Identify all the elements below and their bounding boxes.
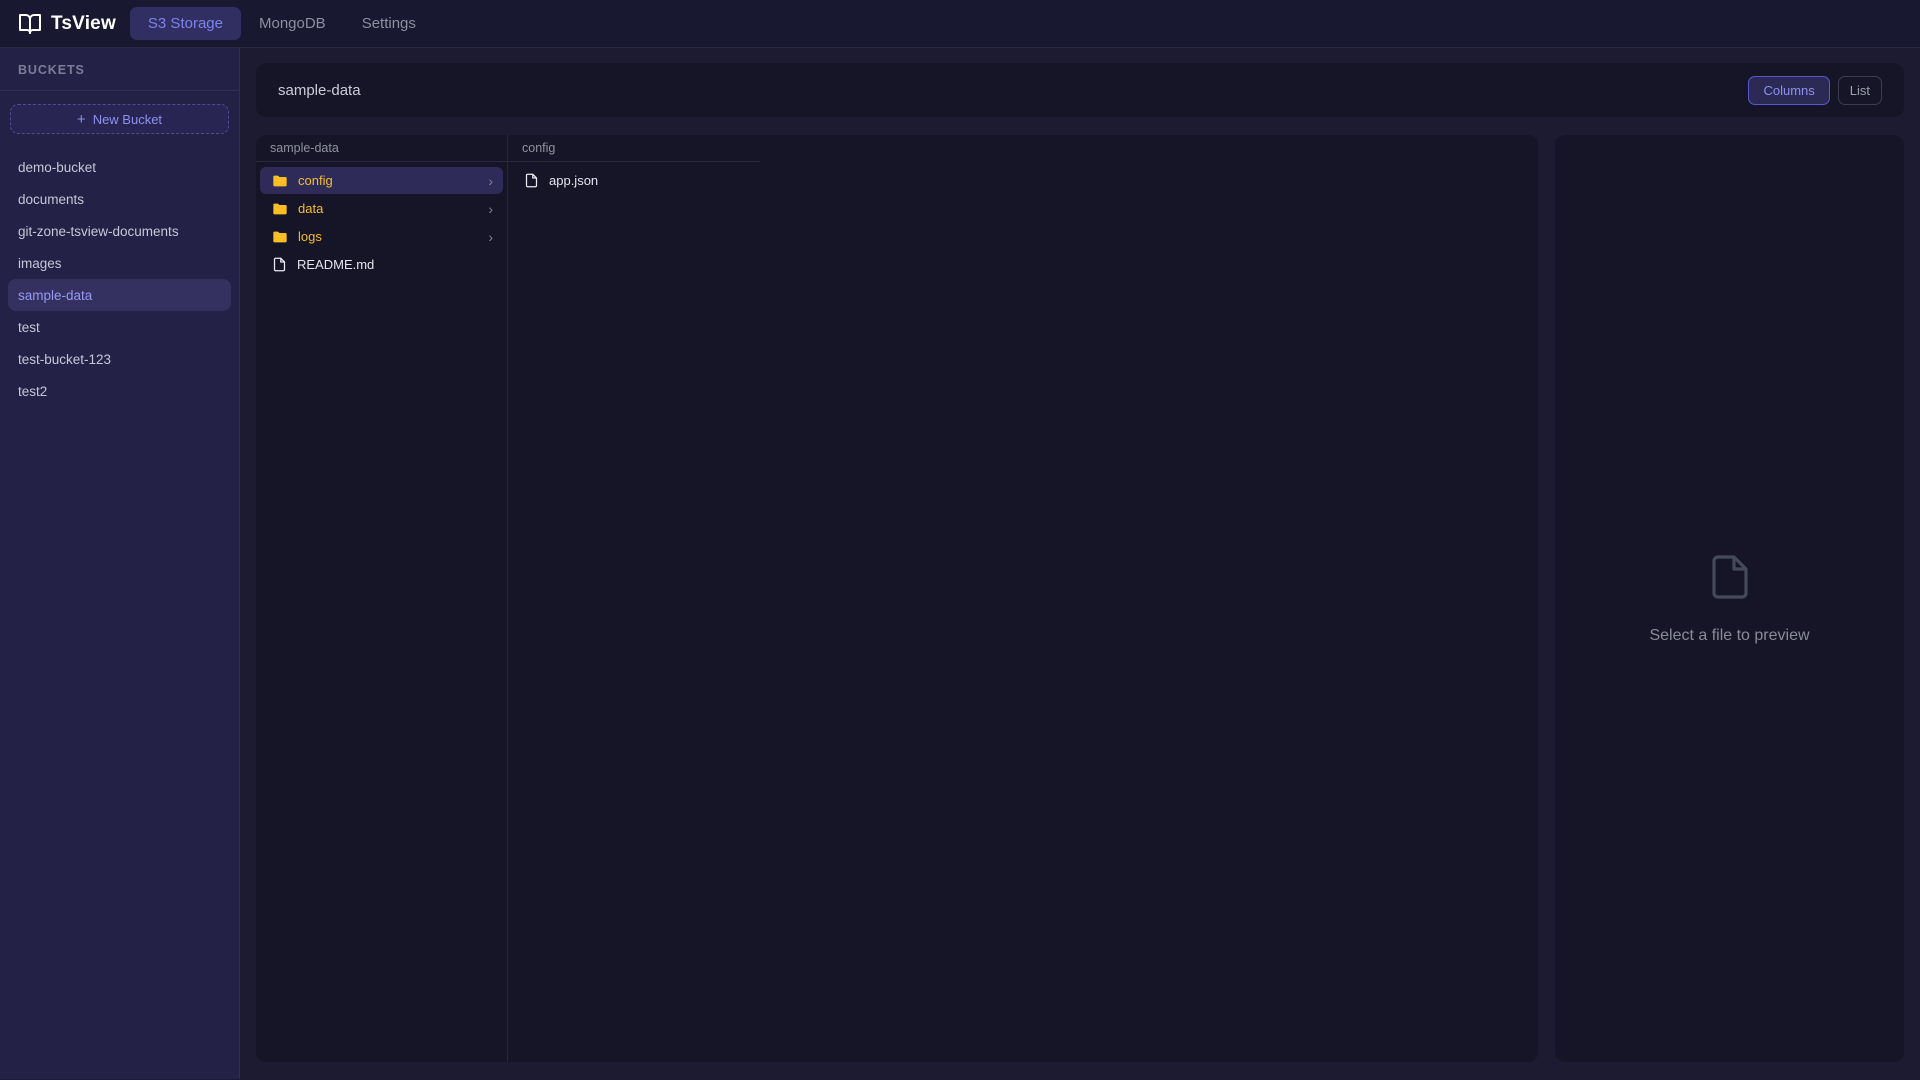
column-rows: app.json — [508, 162, 760, 199]
folder-row-logs[interactable]: logs › — [260, 223, 503, 250]
item-name: app.json — [549, 173, 599, 188]
buckets-sidebar: BUCKETS + New Bucket demo-bucket documen… — [0, 48, 240, 1079]
bucket-item-documents[interactable]: documents — [8, 183, 231, 215]
list-view-button[interactable]: List — [1837, 75, 1882, 105]
main-area: sample-data Columns List sample-data con… — [240, 48, 1920, 1079]
browser-column-sample-data: sample-data config › data › logs › READM… — [256, 135, 508, 1062]
file-row-readme[interactable]: README.md — [260, 251, 503, 278]
item-name: logs — [298, 229, 322, 244]
chevron-right-icon: › — [488, 172, 493, 189]
file-row-app-json[interactable]: app.json — [512, 167, 756, 194]
file-placeholder-icon — [1706, 553, 1754, 601]
folder-icon — [272, 173, 288, 189]
app-logo: TsView — [18, 12, 116, 36]
column-header: sample-data — [256, 135, 507, 162]
bucket-item-images[interactable]: images — [8, 247, 231, 279]
plus-icon: + — [76, 110, 86, 128]
item-name: config — [298, 173, 333, 188]
folder-icon — [272, 201, 288, 217]
bucket-item-git-zone-tsview-documents[interactable]: git-zone-tsview-documents — [8, 215, 231, 247]
book-open-icon — [18, 12, 42, 36]
file-browser: sample-data config › data › logs › READM… — [256, 135, 1538, 1062]
file-icon — [524, 173, 539, 188]
preview-placeholder-text: Select a file to preview — [1649, 626, 1810, 644]
content-row: sample-data config › data › logs › READM… — [256, 135, 1904, 1062]
item-name: data — [298, 201, 324, 216]
page-title: sample-data — [278, 81, 361, 99]
folder-icon — [272, 229, 288, 245]
column-rows: config › data › logs › README.md — [256, 162, 507, 283]
column-header: config — [508, 135, 760, 162]
chevron-right-icon: › — [488, 200, 493, 217]
new-bucket-label: New Bucket — [92, 111, 163, 127]
browser-column-config: config app.json — [508, 135, 760, 1062]
main-nav: S3 Storage MongoDB Settings — [129, 7, 434, 40]
new-bucket-button[interactable]: + New Bucket — [10, 104, 229, 134]
file-preview-panel: Select a file to preview — [1555, 135, 1904, 1062]
bucket-list: demo-bucket documents git-zone-tsview-do… — [0, 151, 239, 407]
bucket-item-sample-data[interactable]: sample-data — [8, 279, 231, 311]
columns-view-button[interactable]: Columns — [1748, 75, 1830, 105]
bucket-item-test-bucket-123[interactable]: test-bucket-123 — [8, 343, 231, 375]
file-icon — [272, 257, 287, 272]
sidebar-section-title: BUCKETS — [0, 48, 239, 91]
topbar: TsView S3 Storage MongoDB Settings — [0, 0, 1920, 48]
nav-tab-settings[interactable]: Settings — [344, 7, 434, 40]
item-name: README.md — [297, 257, 375, 272]
chevron-right-icon: › — [488, 228, 493, 245]
bucket-item-test[interactable]: test — [8, 311, 231, 343]
bucket-item-demo-bucket[interactable]: demo-bucket — [8, 151, 231, 183]
app-title: TsView — [51, 12, 116, 34]
nav-tab-s3-storage[interactable]: S3 Storage — [129, 7, 241, 40]
view-toggle: Columns List — [1748, 75, 1882, 105]
app-shell: BUCKETS + New Bucket demo-bucket documen… — [0, 48, 1920, 1079]
nav-tab-mongodb[interactable]: MongoDB — [241, 7, 344, 40]
bucket-item-test2[interactable]: test2 — [8, 375, 231, 407]
folder-row-config[interactable]: config › — [260, 167, 503, 194]
bucket-header-card: sample-data Columns List — [256, 63, 1904, 117]
folder-row-data[interactable]: data › — [260, 195, 503, 222]
